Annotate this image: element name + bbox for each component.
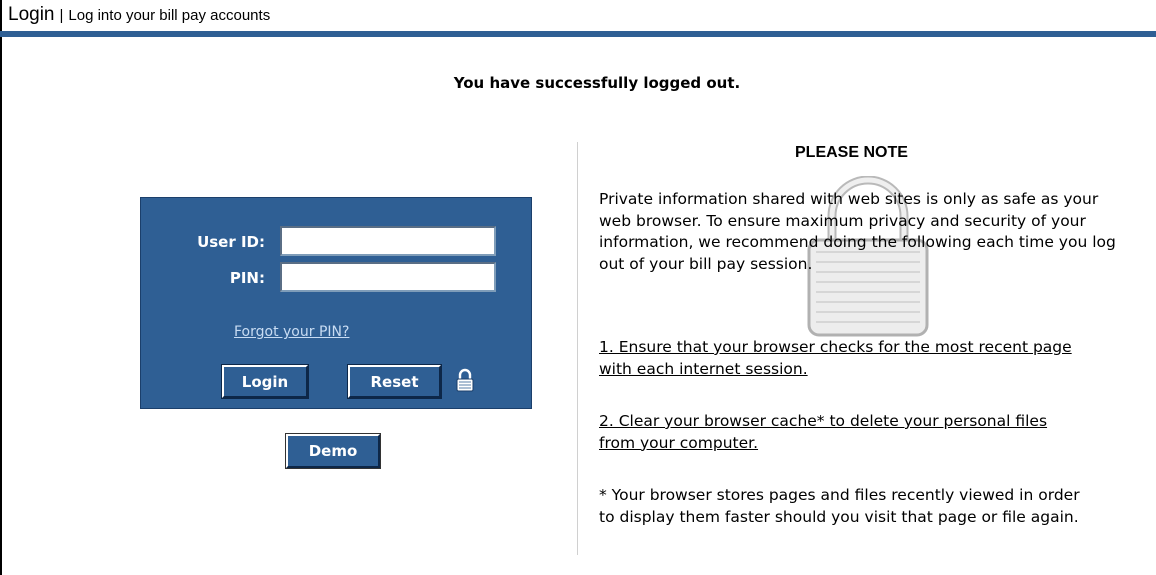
column-divider: [577, 142, 578, 555]
pin-input[interactable]: [280, 262, 496, 292]
note-heading: PLEASE NOTE: [795, 144, 908, 161]
demo-button[interactable]: Demo: [285, 433, 381, 469]
forgot-pin-link[interactable]: Forgot your PIN?: [234, 324, 349, 340]
note-step-1: 1. Ensure that your browser checks for t…: [599, 338, 1072, 378]
note-step-2: 2. Clear your browser cache* to delete y…: [599, 412, 1048, 452]
title-separator: |: [59, 7, 64, 24]
page-title: Login: [8, 4, 55, 25]
header-rule: [0, 31, 1156, 37]
note-footnote: * Your browser stores pages and files re…: [599, 486, 1080, 526]
login-panel: User ID: PIN: Forgot your PIN? Login Res…: [140, 197, 532, 409]
login-button[interactable]: Login: [221, 364, 309, 399]
user-id-label: User ID:: [197, 233, 265, 251]
page-header: Login | Log into your bill pay accounts: [8, 4, 270, 30]
note-intro-text: Private information shared with web site…: [599, 190, 1116, 273]
user-id-input[interactable]: [280, 226, 496, 256]
pin-label: PIN:: [229, 269, 265, 287]
padlock-icon: [456, 368, 474, 392]
logout-message: You have successfully logged out.: [453, 74, 741, 92]
reset-button[interactable]: Reset: [347, 364, 442, 399]
page-subtitle: Log into your bill pay accounts: [68, 7, 271, 24]
